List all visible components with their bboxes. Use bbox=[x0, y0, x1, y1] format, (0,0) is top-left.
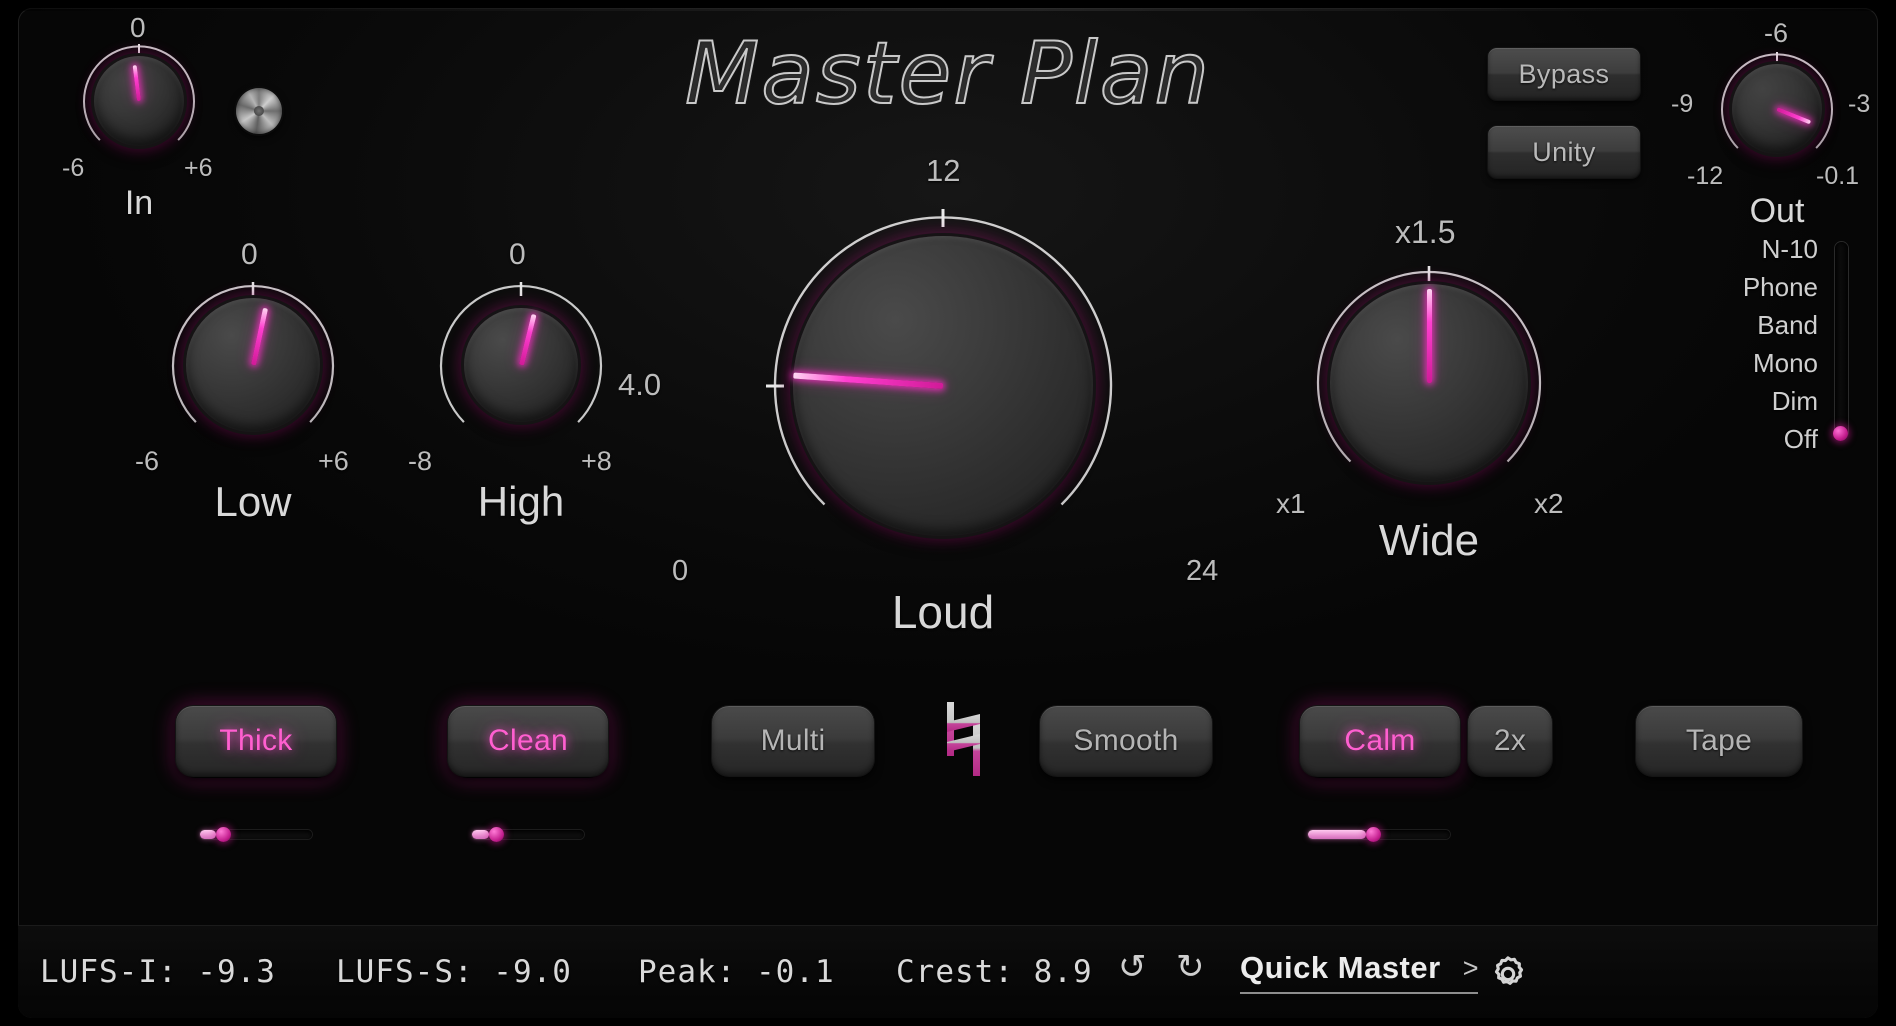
oversample-button-label: 2x bbox=[1493, 724, 1527, 757]
multi-button[interactable]: Multi bbox=[712, 706, 874, 776]
low-knob-label: Low bbox=[214, 478, 292, 525]
in-knob-label: In bbox=[124, 184, 154, 222]
bypass-button[interactable]: Bypass bbox=[1488, 48, 1640, 100]
multi-button-label: Multi bbox=[760, 724, 826, 757]
smooth-button-label: Smooth bbox=[1073, 724, 1179, 757]
preset-name: Quick Master bbox=[1240, 950, 1441, 985]
in-knob-max-tick: +6 bbox=[184, 154, 213, 182]
monitor-item-mono[interactable]: Mono bbox=[1753, 350, 1818, 376]
thick-button-label: Thick bbox=[219, 724, 293, 757]
loud-knob-max-tick: 24 bbox=[1186, 555, 1219, 587]
low-knob-max-tick: +6 bbox=[318, 446, 349, 476]
crest-readout: Crest: 8.9 bbox=[896, 954, 1093, 990]
trim-screw[interactable] bbox=[236, 88, 282, 134]
high-knob-min-tick: -8 bbox=[408, 446, 433, 476]
plugin-window: Master Plan -6 0 +6 In Bypass Unity -12 … bbox=[18, 8, 1878, 1018]
page-title: Master Plan bbox=[684, 23, 1211, 125]
lufs-short-readout: LUFS-S: -9.0 bbox=[336, 954, 572, 990]
thick-button[interactable]: Thick bbox=[176, 706, 336, 776]
out-knob-tick--12: -12 bbox=[1687, 162, 1724, 190]
loud-knob-min-tick: 0 bbox=[672, 555, 689, 587]
unity-button[interactable]: Unity bbox=[1488, 126, 1640, 178]
low-knob[interactable]: -6 0 +6 Low bbox=[135, 240, 349, 526]
out-knob-label: Out bbox=[1749, 192, 1805, 230]
calm-amount-slider[interactable] bbox=[1308, 826, 1450, 842]
wide-knob-min-tick: x1 bbox=[1276, 488, 1306, 519]
calm-button-label: Calm bbox=[1344, 724, 1416, 757]
thick-amount-slider[interactable] bbox=[200, 826, 312, 842]
clean-button-label: Clean bbox=[488, 724, 568, 757]
monitor-mode-selector[interactable]: N-10 Phone Band Mono Dim Off bbox=[1630, 236, 1862, 456]
monitor-item-band[interactable]: Band bbox=[1757, 312, 1818, 338]
calm-slider-fill bbox=[1308, 830, 1367, 839]
in-knob-body[interactable] bbox=[94, 56, 184, 146]
bypass-button-label: Bypass bbox=[1518, 58, 1610, 89]
out-knob-tick--9: -9 bbox=[1671, 90, 1694, 118]
smooth-button[interactable]: Smooth bbox=[1040, 706, 1212, 776]
out-knob[interactable]: -12 -9 -6 -3 -0.1 Out bbox=[1671, 20, 1870, 231]
calm-slider-handle[interactable] bbox=[1366, 827, 1382, 842]
monitor-item-off[interactable]: Off bbox=[1784, 426, 1818, 452]
tape-button[interactable]: Tape bbox=[1636, 706, 1802, 776]
high-knob[interactable]: -8 0 +8 High bbox=[408, 240, 616, 526]
in-knob-mid-tick: 0 bbox=[130, 12, 146, 43]
high-knob-mid-tick: 0 bbox=[509, 238, 526, 271]
thick-slider-fill bbox=[200, 830, 216, 839]
clean-amount-slider[interactable] bbox=[472, 826, 584, 842]
undo-icon[interactable]: ↺ bbox=[1118, 950, 1147, 984]
monitor-slider-handle[interactable] bbox=[1833, 426, 1848, 441]
calm-button[interactable]: Calm bbox=[1300, 706, 1460, 776]
thick-slider-handle[interactable] bbox=[215, 827, 231, 842]
monitor-item-dim[interactable]: Dim bbox=[1772, 388, 1818, 414]
preset-selector[interactable]: Quick Master > bbox=[1240, 950, 1479, 994]
in-knob[interactable]: -6 0 +6 In bbox=[62, 14, 213, 223]
clean-slider-fill bbox=[472, 830, 489, 839]
wide-knob-label: Wide bbox=[1378, 516, 1480, 565]
out-knob-tick--6: -6 bbox=[1764, 18, 1789, 48]
wide-knob-pointer bbox=[1426, 289, 1432, 383]
out-knob-tick--0.1: -0.1 bbox=[1816, 162, 1860, 190]
wide-knob-max-tick: x2 bbox=[1534, 488, 1564, 519]
low-knob-min-tick: -6 bbox=[135, 446, 160, 476]
loud-knob-mid-tick: 12 bbox=[926, 153, 961, 188]
clean-button[interactable]: Clean bbox=[448, 706, 608, 776]
chevron-right-icon[interactable]: > bbox=[1463, 953, 1479, 984]
loud-knob-left-tick: 4.0 bbox=[618, 367, 662, 402]
wide-knob[interactable]: x1 x1.5 x2 Wide bbox=[1276, 216, 1564, 565]
tape-button-label: Tape bbox=[1685, 724, 1753, 757]
wide-knob-mid-tick: x1.5 bbox=[1395, 214, 1456, 250]
out-knob-tick--3: -3 bbox=[1848, 90, 1871, 118]
loud-knob[interactable]: 0 4.0 12 24 Loud bbox=[618, 155, 1218, 638]
monitor-item-n-10[interactable]: N-10 bbox=[1762, 236, 1818, 262]
gear-icon[interactable] bbox=[1486, 952, 1530, 996]
low-knob-mid-tick: 0 bbox=[241, 238, 258, 271]
loud-knob-label: Loud bbox=[891, 586, 995, 638]
high-knob-max-tick: +8 bbox=[581, 446, 612, 476]
status-bar: LUFS-I: -9.3 LUFS-S: -9.0 Peak: -0.1 Cre… bbox=[18, 925, 1878, 1018]
monitor-slider-track[interactable] bbox=[1835, 242, 1848, 438]
oversample-button[interactable]: 2x bbox=[1468, 706, 1552, 776]
in-knob-min-tick: -6 bbox=[62, 154, 85, 182]
clean-slider-handle[interactable] bbox=[488, 827, 504, 842]
unity-button-label: Unity bbox=[1532, 136, 1596, 167]
redo-icon[interactable]: ↻ bbox=[1176, 950, 1205, 984]
peak-readout: Peak: -0.1 bbox=[638, 954, 835, 990]
loud-knob-body[interactable] bbox=[793, 236, 1093, 536]
high-knob-label: High bbox=[477, 478, 565, 525]
monitor-item-phone[interactable]: Phone bbox=[1743, 274, 1818, 300]
lufs-integrated-readout: LUFS-I: -9.3 bbox=[40, 954, 276, 990]
natural-sign-icon[interactable] bbox=[943, 700, 989, 778]
